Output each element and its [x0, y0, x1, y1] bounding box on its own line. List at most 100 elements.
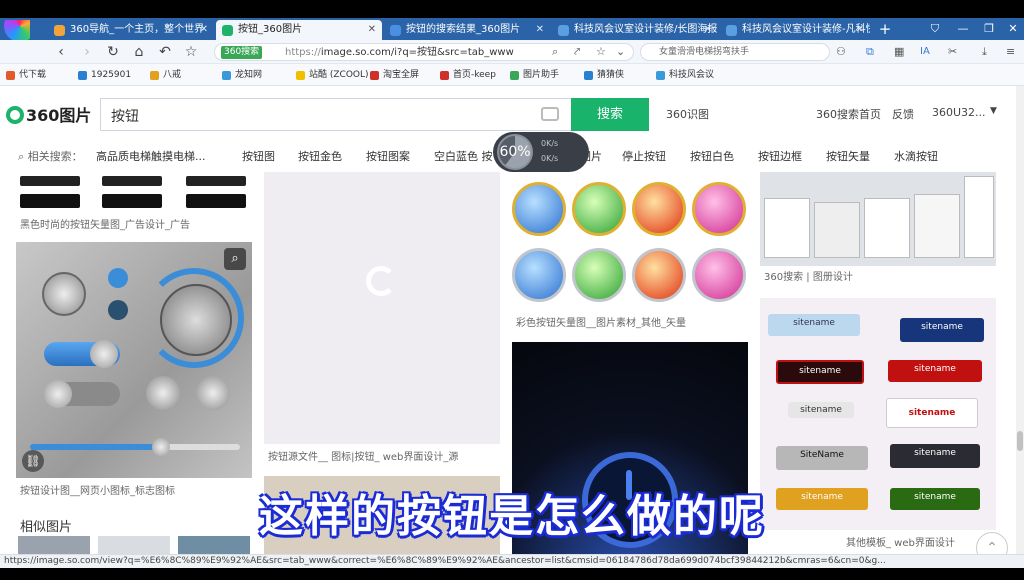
bookmark-item[interactable]: 科技风会议	[656, 67, 714, 83]
tab-meeting-poster[interactable]: 科技风会议室设计装修/长图海报 ✕	[552, 20, 718, 40]
forward-icon[interactable]: ›	[78, 43, 96, 61]
zoom-icon[interactable]: ⌕	[552, 45, 558, 59]
visual-search-icon[interactable]: ⌕	[224, 248, 246, 270]
image-result-brochure[interactable]	[760, 172, 996, 266]
shirt-icon[interactable]: ⛉	[926, 20, 944, 38]
close-icon[interactable]: ✕	[536, 20, 544, 40]
new-tab-button[interactable]: +	[876, 20, 894, 38]
home-link[interactable]: 360搜索首页	[816, 106, 881, 122]
share-icon[interactable]: ⤤	[574, 45, 580, 59]
result-caption[interactable]: 按钮源文件__ 图标|按钮_ web界面设计_源	[268, 448, 498, 463]
shitu-link[interactable]: 360识图	[666, 106, 709, 122]
address-bar[interactable]: 360搜索 https://image.so.com/i?q=按钮&src=ta…	[214, 43, 634, 61]
address-toolbar: ‹ › ↻ ⌂ ↶ ☆ 360搜索 https://image.so.com/i…	[0, 40, 1024, 64]
site-logo[interactable]: 360图片	[6, 102, 91, 126]
bookmark-label: 站酷 (ZCOOL)	[309, 70, 369, 80]
refresh-icon[interactable]: ↻	[104, 43, 122, 61]
bookmark-item[interactable]: 1925901	[78, 67, 131, 83]
chevron-down-icon[interactable]: ▼	[990, 106, 997, 116]
tab-bar: 360导航_一个主页，整个世界 ✕ 按钮_360图片 ✕ 按钮的搜索结果_360…	[0, 18, 1024, 40]
home-icon[interactable]: ⌂	[130, 43, 148, 61]
loading-spinner-icon	[366, 266, 396, 296]
sample-button-label: sitename	[888, 360, 982, 382]
feedback-link[interactable]: 反馈	[892, 106, 914, 122]
bookmark-favicon-icon	[150, 71, 159, 80]
related-item[interactable]: 空白蓝色 按	[434, 149, 493, 165]
search-button[interactable]: 搜索	[571, 98, 649, 131]
menu-icon[interactable]: ≡	[1006, 45, 1015, 59]
related-item[interactable]: 按钮矢量	[826, 149, 870, 165]
sample-button-label: sitename	[890, 444, 980, 468]
ia-icon[interactable]: IA	[920, 45, 930, 59]
image-result-loading[interactable]	[264, 172, 500, 444]
related-item[interactable]: 按钮白色	[690, 149, 734, 165]
scrollbar-thumb[interactable]	[1017, 431, 1023, 451]
related-item[interactable]: 停止按钮	[622, 149, 666, 165]
minimize-icon[interactable]: —	[954, 20, 972, 38]
related-item[interactable]: 按钮图案	[366, 149, 410, 165]
related-item[interactable]: 按钮金色	[298, 149, 342, 165]
grid-icon[interactable]: ▦	[894, 45, 904, 59]
bookmark-favicon-icon	[656, 71, 665, 80]
dropdown-icon[interactable]: ⌄	[616, 45, 625, 59]
image-result-black-arrows[interactable]	[16, 172, 252, 212]
user-menu[interactable]: 360U32...	[932, 106, 986, 119]
related-item[interactable]: 按钮图	[242, 149, 275, 165]
result-caption[interactable]: 360搜索 | 图册设计	[764, 268, 994, 283]
bookmark-item[interactable]: 淘宝全屏	[370, 67, 419, 83]
tab-favicon-icon	[222, 25, 233, 36]
restore-icon[interactable]: ❐	[980, 20, 998, 38]
bookmark-item[interactable]: 猜猜侠	[584, 67, 624, 83]
image-result-metal-ui[interactable]: ⌕ ⛓	[16, 242, 252, 478]
bookmark-label: 科技风会议	[669, 70, 715, 80]
omni-search-text: 女童滑滑电梯拐弯扶手	[659, 47, 750, 57]
tab-meeting-fanke[interactable]: 科技风会议室设计装修-凡科快图 ✕	[720, 20, 870, 40]
bookmark-favicon-icon	[584, 71, 593, 80]
image-search-input[interactable]: 按钮	[100, 98, 572, 131]
close-icon[interactable]: ✕	[200, 20, 208, 40]
omni-search-input[interactable]: 女童滑滑电梯拐弯扶手	[640, 43, 830, 61]
undo-icon[interactable]: ↶	[156, 43, 174, 61]
tab-favicon-icon	[558, 25, 569, 36]
close-icon[interactable]: ✕	[856, 20, 864, 40]
bookmark-item[interactable]: 图片助手	[510, 67, 559, 83]
translate-icon[interactable]: ⧉	[866, 45, 874, 59]
tab-360nav[interactable]: 360导航_一个主页，整个世界 ✕	[48, 20, 214, 40]
result-caption[interactable]: 黑色时尚的按钮矢量图_广告设计_广告	[20, 216, 250, 231]
close-icon[interactable]: ✕	[704, 20, 712, 40]
bookmark-star-icon[interactable]: ☆	[596, 45, 606, 59]
close-icon[interactable]: ✕	[368, 20, 376, 40]
star-icon[interactable]: ☆	[182, 43, 200, 61]
bookmark-item[interactable]: 首页-keep	[440, 67, 496, 83]
sample-button-label: SiteName	[776, 446, 868, 470]
related-item[interactable]: 高品质电梯触摸电梯...	[96, 149, 206, 165]
back-icon[interactable]: ‹	[52, 43, 70, 61]
tab-active[interactable]: 按钮_360图片 ✕	[216, 20, 382, 40]
network-speed-widget[interactable]: 60% 0K/s 0K/s	[493, 132, 589, 172]
browser-logo-icon[interactable]	[0, 20, 30, 40]
bookmark-item[interactable]: 代下载	[6, 67, 46, 83]
url-scheme: https://	[285, 47, 321, 58]
related-item[interactable]: 按钮边框	[758, 149, 802, 165]
url-text[interactable]: https://image.so.com/i?q=按钮&src=tab_www	[285, 44, 514, 61]
link-icon[interactable]: ⛓	[22, 450, 44, 472]
screenshot-frame: 360导航_一个主页，整个世界 ✕ 按钮_360图片 ✕ 按钮的搜索结果_360…	[0, 0, 1024, 580]
url-path: image.so.com/i?q=按钮&src=tab_www	[320, 47, 514, 58]
puzzle-icon[interactable]: ⚇	[836, 45, 846, 59]
sample-button-label: sitename	[886, 398, 978, 428]
image-result-glossy-buttons[interactable]	[512, 172, 748, 312]
download-speed: 0K/s	[541, 154, 559, 163]
camera-icon[interactable]	[541, 107, 559, 121]
related-item[interactable]: 水滴按钮	[894, 149, 938, 165]
result-caption[interactable]: 彩色按钮矢量图__图片素材_其他_矢量	[516, 314, 746, 329]
scissors-icon[interactable]: ✂	[948, 45, 957, 59]
bookmark-label: 猜猜侠	[597, 70, 625, 80]
bookmark-item[interactable]: 站酷 (ZCOOL)	[296, 67, 369, 83]
logo-text: 360图片	[26, 106, 92, 125]
bookmark-item[interactable]: 八戒	[150, 67, 181, 83]
download-icon[interactable]: ⤓	[982, 45, 987, 59]
tab-search-result[interactable]: 按钮的搜索结果_360图片 ✕	[384, 20, 550, 40]
bookmark-favicon-icon	[222, 71, 231, 80]
close-window-icon[interactable]: ✕	[1004, 20, 1022, 38]
bookmark-item[interactable]: 龙知网	[222, 67, 262, 83]
